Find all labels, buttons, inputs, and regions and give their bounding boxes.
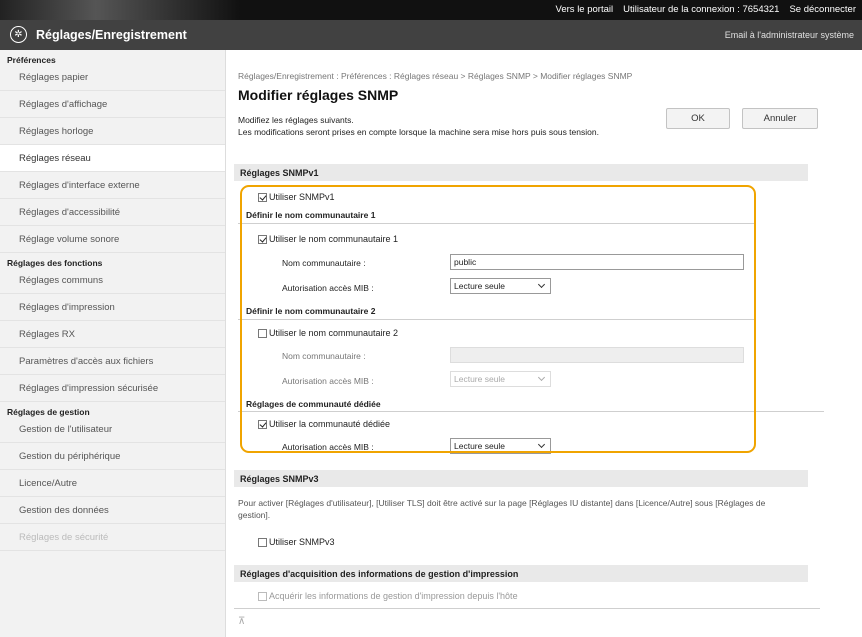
use-snmpv3-checkbox[interactable] bbox=[258, 537, 267, 547]
sidebar-item-device-management[interactable]: Gestion du périphérique bbox=[0, 443, 225, 470]
sidebar-item-file-access[interactable]: Paramètres d'accès aux fichiers bbox=[0, 348, 225, 375]
sidebar-item-network[interactable]: Réglages réseau bbox=[0, 145, 225, 172]
sidebar: Préférences Réglages papier Réglages d'a… bbox=[0, 50, 226, 637]
blurred-device-name bbox=[0, 0, 240, 20]
acquisition-label: Acquérir les informations de gestion d'i… bbox=[269, 591, 518, 601]
sidebar-item-external-interface[interactable]: Réglages d'interface externe bbox=[0, 172, 225, 199]
sidebar-group-management: Réglages de gestion bbox=[7, 407, 90, 417]
highlight-frame bbox=[240, 185, 756, 453]
sidebar-item-display[interactable]: Réglages d'affichage bbox=[0, 91, 225, 118]
sidebar-item-clock[interactable]: Réglages horloge bbox=[0, 118, 225, 145]
acquisition-row[interactable]: Acquérir les informations de gestion d'i… bbox=[258, 591, 518, 601]
sidebar-item-rx[interactable]: Réglages RX bbox=[0, 321, 225, 348]
sidebar-item-print[interactable]: Réglages d'impression bbox=[0, 294, 225, 321]
snmpv3-info: Pour activer [Réglages d'utilisateur], [… bbox=[238, 498, 766, 520]
page-title: Modifier réglages SNMP bbox=[238, 87, 399, 103]
admin-mail-link[interactable]: Email à l'administrateur système bbox=[725, 30, 854, 40]
top-links: Vers le portail Utilisateur de la connex… bbox=[556, 4, 856, 15]
sidebar-item-paper[interactable]: Réglages papier bbox=[0, 64, 225, 91]
use-snmpv3-row[interactable]: Utiliser SNMPv3 bbox=[258, 537, 335, 547]
acquisition-section-header: Réglages d'acquisition des informations … bbox=[234, 565, 808, 582]
sidebar-item-volume[interactable]: Réglage volume sonore bbox=[0, 226, 225, 253]
sidebar-item-secure-print[interactable]: Réglages d'impression sécurisée bbox=[0, 375, 225, 402]
separator bbox=[234, 608, 820, 609]
sidebar-item-license[interactable]: Licence/Autre bbox=[0, 470, 225, 497]
snmpv3-section-header: Réglages SNMPv3 bbox=[234, 470, 808, 487]
footer-mark: ⊼ bbox=[238, 616, 246, 627]
sidebar-group-preferences: Préférences bbox=[7, 55, 56, 65]
description-line-1: Modifiez les réglages suivants. bbox=[238, 115, 354, 125]
sidebar-item-security[interactable]: Réglages de sécurité bbox=[0, 524, 225, 551]
breadcrumb: Réglages/Enregistrement : Préférences : … bbox=[238, 71, 633, 81]
login-user: Utilisateur de la connexion : 7654321 bbox=[623, 4, 780, 15]
cancel-button[interactable]: Annuler bbox=[742, 108, 818, 129]
description-line-2: Les modifications seront prises en compt… bbox=[238, 126, 599, 137]
sidebar-group-functions: Réglages des fonctions bbox=[7, 258, 103, 268]
sidebar-item-common[interactable]: Réglages communs bbox=[0, 267, 225, 294]
snmpv1-section-header: Réglages SNMPv1 bbox=[234, 164, 808, 181]
settings-logo-icon: ✲ bbox=[10, 26, 27, 43]
sidebar-item-user-management[interactable]: Gestion de l'utilisateur bbox=[0, 416, 225, 443]
app-header: ✲ Réglages/Enregistrement Email à l'admi… bbox=[0, 20, 862, 50]
page-description: Modifiez les réglages suivants. Les modi… bbox=[238, 115, 658, 138]
sidebar-item-accessibility[interactable]: Réglages d'accessibilité bbox=[0, 199, 225, 226]
portal-link[interactable]: Vers le portail bbox=[556, 4, 614, 15]
top-bar: Vers le portail Utilisateur de la connex… bbox=[0, 0, 862, 20]
sidebar-item-data-management[interactable]: Gestion des données bbox=[0, 497, 225, 524]
ok-button[interactable]: OK bbox=[666, 108, 730, 129]
main-content: Réglages/Enregistrement : Préférences : … bbox=[226, 50, 862, 637]
login-user-id: 7654321 bbox=[742, 4, 780, 15]
app-title: Réglages/Enregistrement bbox=[36, 28, 187, 42]
use-snmpv3-label: Utiliser SNMPv3 bbox=[269, 537, 335, 547]
acquisition-checkbox[interactable] bbox=[258, 591, 267, 601]
logout-link[interactable]: Se déconnecter bbox=[789, 4, 856, 15]
